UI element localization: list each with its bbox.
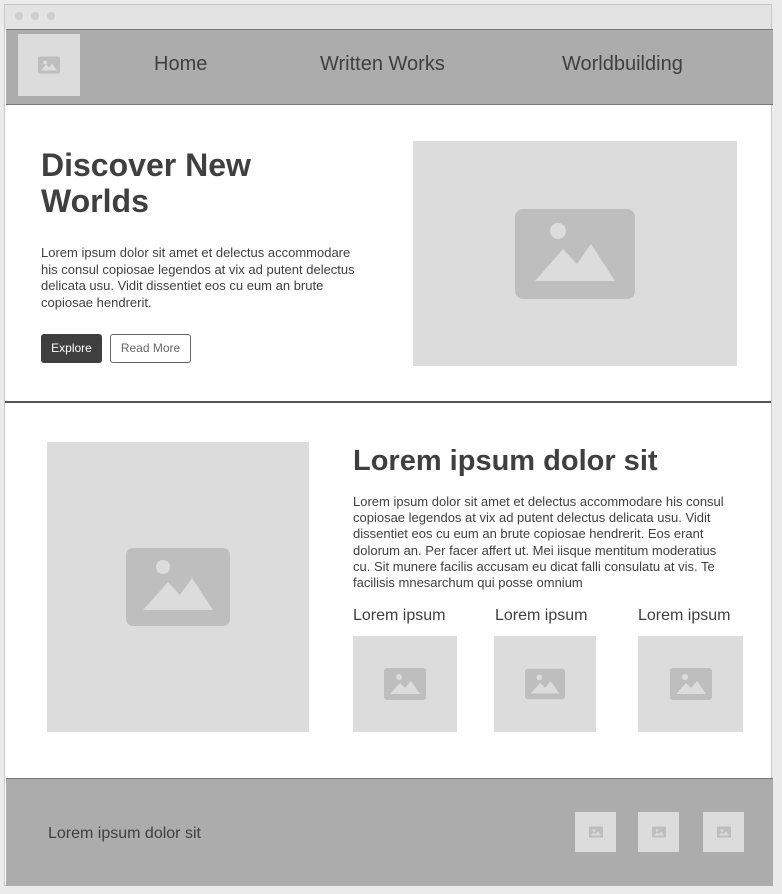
- window-dot[interactable]: [31, 12, 39, 20]
- image-placeholder-icon: [384, 668, 426, 700]
- site-logo[interactable]: [18, 34, 80, 96]
- window-titlebar: [5, 5, 771, 29]
- section-divider: [5, 401, 771, 403]
- nav-bar: Home Written Works Worldbuilding: [6, 29, 773, 105]
- image-placeholder-icon: [38, 56, 60, 74]
- browser-window: Home Written Works Worldbuilding Discove…: [4, 4, 773, 886]
- footer: Lorem ipsum dolor sit: [6, 778, 773, 886]
- window-dot[interactable]: [47, 12, 55, 20]
- card-image[interactable]: [494, 636, 596, 732]
- image-placeholder-icon: [126, 548, 230, 626]
- hero-text: Lorem ipsum dolor sit amet et delectus a…: [41, 245, 355, 310]
- social-link[interactable]: [638, 812, 679, 852]
- nav-link-home[interactable]: Home: [154, 53, 207, 76]
- card-caption: Lorem ipsum: [638, 607, 731, 624]
- image-placeholder-icon: [515, 208, 635, 299]
- section-title: Lorem ipsum dolor sit: [353, 445, 658, 477]
- social-link[interactable]: [575, 812, 616, 852]
- read-more-button[interactable]: Read More: [110, 334, 191, 363]
- image-placeholder-icon: [588, 826, 603, 838]
- image-placeholder-icon: [651, 826, 666, 838]
- hero-title: Discover New Worlds: [41, 147, 251, 219]
- card-caption: Lorem ipsum: [495, 607, 588, 624]
- social-link[interactable]: [703, 812, 744, 852]
- window-dot[interactable]: [15, 12, 23, 20]
- card-image[interactable]: [638, 636, 743, 732]
- section-text: Lorem ipsum dolor sit amet et delectus a…: [353, 494, 724, 591]
- image-placeholder-icon: [669, 668, 712, 700]
- image-placeholder-icon: [525, 668, 565, 700]
- image-placeholder-icon: [716, 826, 731, 838]
- nav-link-worldbuilding[interactable]: Worldbuilding: [562, 53, 683, 76]
- card-caption: Lorem ipsum: [353, 607, 446, 624]
- card-image[interactable]: [353, 636, 457, 732]
- explore-button[interactable]: Explore: [41, 334, 102, 363]
- hero-image: [413, 141, 737, 366]
- footer-text: Lorem ipsum dolor sit: [48, 825, 201, 842]
- nav-link-written-works[interactable]: Written Works: [320, 53, 445, 76]
- feature-image: [47, 442, 309, 732]
